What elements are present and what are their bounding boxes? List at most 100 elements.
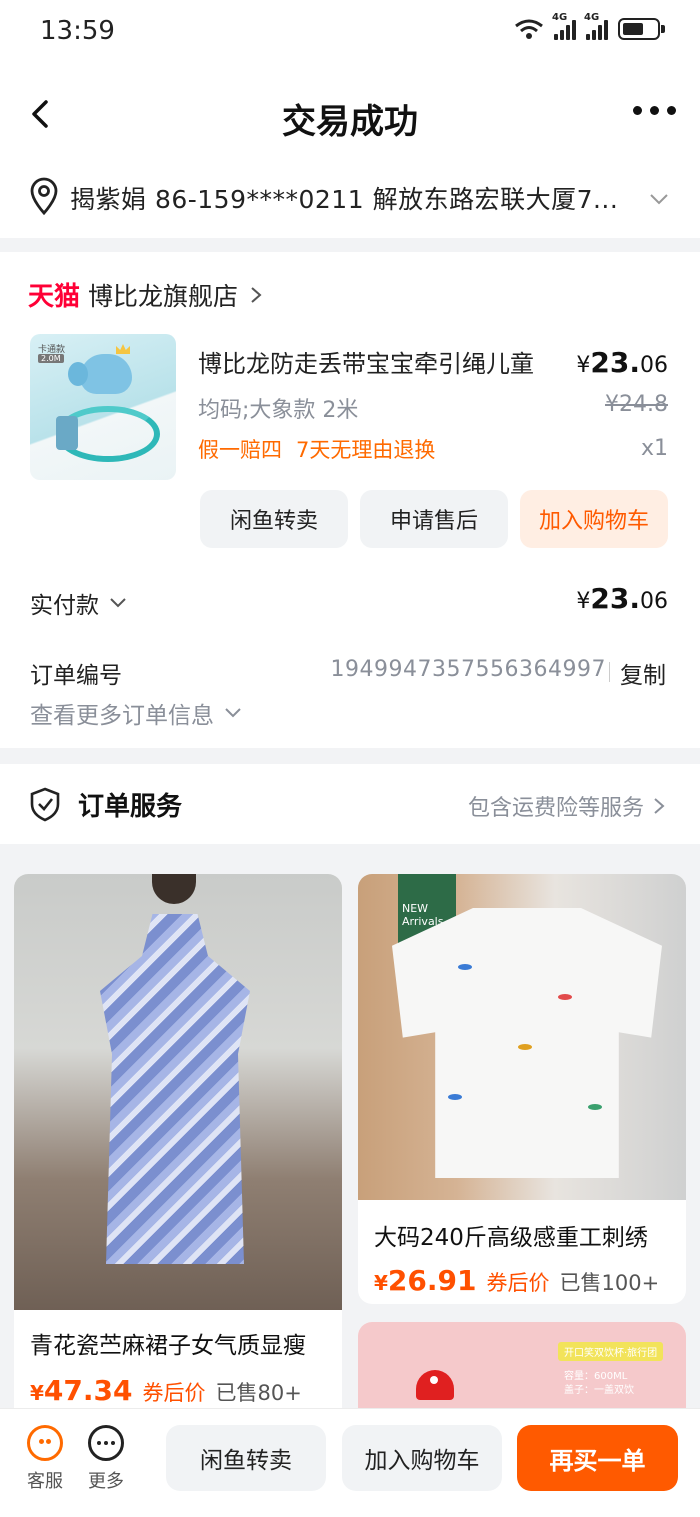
product-name[interactable]: 博比龙防走丢带宝宝牵引绳儿童 xyxy=(198,344,534,379)
embroidery-graphic xyxy=(588,1104,602,1110)
product-spec: 均码;大象款 2米 xyxy=(198,398,359,423)
more-label: 更多 xyxy=(88,1471,124,1492)
cup-spec: 容量：600ML 盖子：一盖双饮 xyxy=(564,1370,634,1398)
customer-service-icon xyxy=(27,1425,63,1461)
buy-again-button[interactable]: 再买一单 xyxy=(517,1425,678,1491)
network-label: 4G xyxy=(552,12,568,23)
paid-label: 实付款 xyxy=(30,593,99,619)
feed-price-row: ¥ 47.34 券后价 已售80+ xyxy=(30,1374,302,1407)
clip-graphic xyxy=(56,416,78,450)
resell-button[interactable]: 闲鱼转卖 xyxy=(200,490,348,548)
resell-bottom-button[interactable]: 闲鱼转卖 xyxy=(166,1425,326,1491)
embroidery-graphic xyxy=(518,1044,532,1050)
chevron-down-icon xyxy=(110,598,126,608)
signal-icon-2: 4G xyxy=(584,12,608,40)
status-bar: 13:59 4G 4G xyxy=(0,0,700,68)
service-info-text: 包含运费险等服务 xyxy=(467,796,644,821)
status-icons: 4G 4G xyxy=(514,12,665,40)
product-tag: 7天无理由退换 xyxy=(296,438,436,462)
shop-name: 博比龙旗舰店 xyxy=(88,281,239,311)
feed-image-shirt: NEW Arrivals xyxy=(358,874,686,1200)
chevron-right-icon xyxy=(654,798,665,814)
back-icon[interactable] xyxy=(22,94,62,134)
order-card: 天猫 博比龙旗舰店 卡通款 2.0M 博比龙防走丢带宝宝牵引绳儿童 均码;大象款… xyxy=(0,252,700,748)
feed-sold: 已售80+ xyxy=(215,1381,302,1405)
feed-price: 26.91 xyxy=(387,1264,477,1297)
signal-icon-1: 4G xyxy=(552,12,576,40)
chevron-down-icon xyxy=(650,194,668,205)
shop-row[interactable]: 天猫 博比龙旗舰店 xyxy=(28,276,264,313)
customer-service-label: 客服 xyxy=(27,1471,63,1492)
product-tag: 假一赔四 xyxy=(198,438,282,462)
price-symbol: ¥ xyxy=(576,353,591,378)
cup-lid-graphic xyxy=(416,1370,454,1400)
more-button[interactable]: 更多 xyxy=(84,1425,128,1493)
order-service-row[interactable]: 订单服务 包含运费险等服务 xyxy=(0,764,700,844)
paid-amount: ¥23.06 xyxy=(576,582,668,615)
cup-spec-line: 容量：600ML xyxy=(564,1371,628,1382)
more-circle-icon xyxy=(88,1425,124,1461)
product-tags: 假一赔四 7天无理由退换 xyxy=(198,434,435,464)
product-quantity: x1 xyxy=(640,436,668,461)
feed-sold: 已售100+ xyxy=(559,1271,660,1295)
embroidery-graphic xyxy=(458,964,472,970)
add-to-cart-button[interactable]: 加入购物车 xyxy=(520,490,668,548)
shirt-graphic xyxy=(392,908,662,1178)
embroidery-graphic xyxy=(558,994,572,1000)
thumb-badge-length: 2.0M xyxy=(38,354,64,363)
add-to-cart-bottom-button[interactable]: 加入购物车 xyxy=(342,1425,502,1491)
battery-icon xyxy=(618,18,665,40)
copy-button[interactable]: 复制 xyxy=(620,656,666,690)
feed-coupon-label: 券后价 xyxy=(142,1381,206,1405)
cup-spec-line: 盖子：一盖双饮 xyxy=(564,1385,634,1396)
feed-coupon-label: 券后价 xyxy=(486,1271,550,1295)
paid-dec: 06 xyxy=(640,589,668,614)
more-order-info-label: 查看更多订单信息 xyxy=(30,703,214,729)
cup-label: 开口笑双饮杯·旅行团 xyxy=(558,1342,664,1361)
embroidery-graphic xyxy=(448,1094,462,1100)
network-label: 4G xyxy=(584,12,600,23)
feed-price: 47.34 xyxy=(43,1374,133,1407)
address-row[interactable]: 揭紫娟 86-159****0211 解放东路宏联大厦7... xyxy=(0,170,700,230)
feed-currency: ¥ xyxy=(374,1271,388,1295)
paid-int: 23. xyxy=(590,582,640,615)
elephant-graphic xyxy=(68,354,132,394)
paid-symbol: ¥ xyxy=(576,589,591,614)
price-dec: 06 xyxy=(640,353,668,378)
item-actions: 闲鱼转卖 申请售后 加入购物车 xyxy=(200,490,668,548)
address-text: 揭紫娟 86-159****0211 解放东路宏联大厦7... xyxy=(70,185,619,214)
model-head xyxy=(152,874,196,904)
more-icon[interactable] xyxy=(633,106,676,115)
shield-icon xyxy=(30,787,60,822)
dress-graphic xyxy=(100,914,250,1264)
order-number: 1949947357556364997 xyxy=(330,657,606,682)
product-price: ¥23.06 xyxy=(576,346,668,379)
paid-label-row[interactable]: 实付款 xyxy=(30,586,127,620)
feed-card[interactable]: NEW Arrivals 大码240斤高级感重工刺绣 ¥ 26.91 券后价 已… xyxy=(358,874,686,1304)
divider xyxy=(609,662,610,682)
feed-title: 大码240斤高级感重工刺绣 xyxy=(374,1225,648,1251)
chevron-right-icon xyxy=(251,286,262,303)
after-sale-button[interactable]: 申请售后 xyxy=(360,490,508,548)
product-thumbnail[interactable]: 卡通款 2.0M xyxy=(30,334,176,480)
bottom-action-bar: 客服 更多 闲鱼转卖 加入购物车 再买一单 xyxy=(0,1408,700,1517)
more-order-info[interactable]: 查看更多订单信息 xyxy=(30,696,242,730)
price-int: 23. xyxy=(590,346,640,379)
order-service-info: 包含运费险等服务 xyxy=(468,790,666,822)
chevron-down-icon xyxy=(225,708,241,718)
tmall-logo: 天猫 xyxy=(28,282,81,312)
feed-card[interactable]: 青花瓷苎麻裙子女气质显瘦 ¥ 47.34 券后价 已售80+ xyxy=(14,874,342,1434)
wifi-icon xyxy=(515,19,543,39)
location-pin-icon xyxy=(30,177,58,216)
recommendation-feed: 青花瓷苎麻裙子女气质显瘦 ¥ 47.34 券后价 已售80+ NEW Arriv… xyxy=(0,856,700,1517)
crown-graphic xyxy=(116,344,130,354)
feed-currency: ¥ xyxy=(30,1381,44,1405)
feed-price-row: ¥ 26.91 券后价 已售100+ xyxy=(374,1264,659,1297)
order-service-title: 订单服务 xyxy=(78,792,183,822)
status-time: 13:59 xyxy=(40,16,115,46)
nav-bar: 交易成功 xyxy=(0,80,700,152)
order-number-label: 订单编号 xyxy=(30,663,122,689)
page-title: 交易成功 xyxy=(282,102,418,142)
customer-service-button[interactable]: 客服 xyxy=(23,1425,67,1493)
feed-title: 青花瓷苎麻裙子女气质显瘦 xyxy=(30,1333,306,1359)
